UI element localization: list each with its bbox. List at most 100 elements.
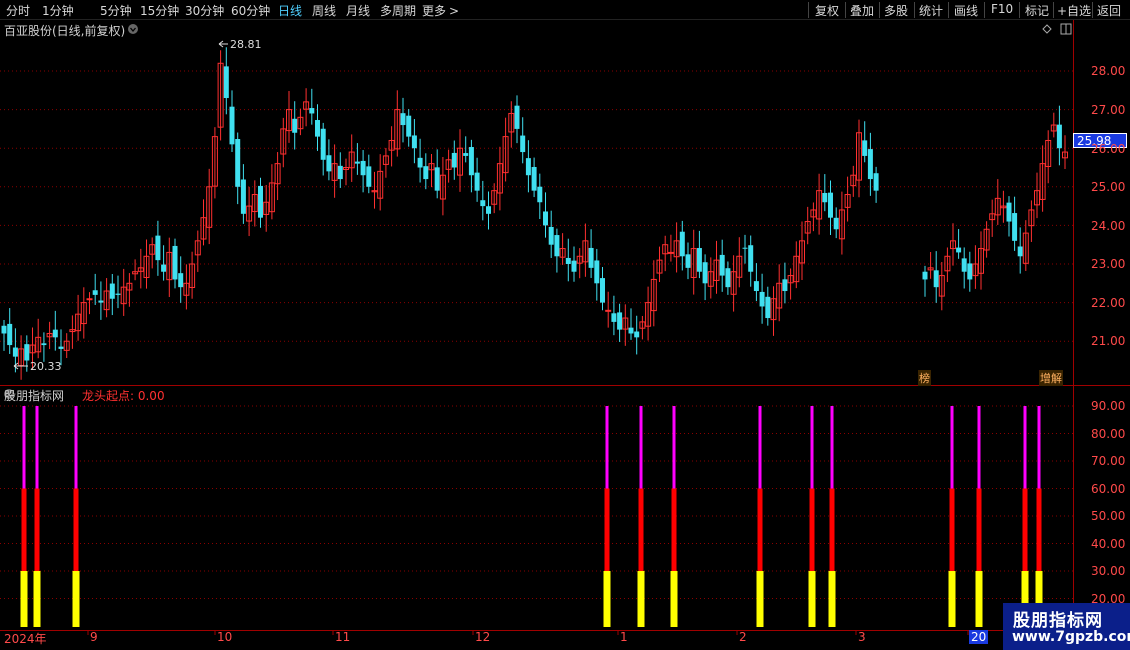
candle-body — [594, 260, 600, 284]
signal-bar-mid — [757, 488, 763, 571]
signal-bar-bottom — [975, 571, 983, 627]
diamond-icon — [1042, 24, 1052, 34]
y-label: 22.00 — [1091, 296, 1126, 310]
signal-bar-mid — [671, 488, 677, 571]
candle-body — [58, 346, 64, 349]
candle-body — [537, 186, 543, 203]
candle-body — [967, 263, 973, 280]
candle-body — [634, 331, 640, 338]
candle-body — [92, 290, 98, 295]
signal-bar-top — [1023, 406, 1027, 489]
candle-body — [463, 153, 469, 156]
signal-bar-bottom — [20, 571, 28, 627]
candle-body — [161, 264, 167, 272]
candle-body — [468, 147, 474, 176]
signal-bar-mid — [73, 488, 79, 571]
ind-y-label: 30.00 — [1091, 564, 1126, 578]
candle-body — [600, 278, 605, 303]
candle-body — [543, 211, 548, 226]
candle-body — [679, 231, 685, 257]
signal-bar-mid — [604, 488, 610, 571]
candle-body — [486, 206, 491, 214]
signal-bar-mid — [1022, 488, 1028, 571]
low-price-label: 20.33 — [30, 360, 62, 373]
candle-body — [400, 113, 406, 126]
candle-body — [366, 166, 372, 187]
signal-bar-bottom — [828, 571, 836, 627]
watermark-logo: 股朋指标网 www.7gpzb.com — [1003, 603, 1130, 650]
x-label: 2 — [739, 630, 747, 644]
watermark-title: 股朋指标网 — [1013, 611, 1103, 631]
ind-y-label: 60.00 — [1091, 482, 1126, 496]
ind-y-label: 90.00 — [1091, 399, 1126, 413]
signal-bar-bottom — [756, 571, 764, 627]
candle-body — [725, 268, 731, 288]
signal-bar-top — [758, 406, 762, 489]
signal-bar-bottom — [948, 571, 956, 627]
candle-body — [961, 258, 967, 272]
candle-body — [520, 135, 526, 153]
candle-body — [406, 115, 412, 137]
candle-body — [7, 323, 13, 346]
candle-body — [753, 281, 759, 292]
candle-body — [782, 279, 788, 292]
signal-bar-mid — [829, 488, 835, 571]
candle-body — [354, 161, 360, 164]
candle-body — [309, 108, 315, 114]
candle-body — [411, 135, 417, 149]
signal-bar-top — [22, 406, 26, 489]
x-cursor-label: 20 — [969, 630, 989, 644]
signal-bar-top — [830, 406, 834, 489]
x-label: 10 — [217, 630, 233, 644]
x-label: 11 — [335, 630, 351, 644]
candle-body — [235, 139, 241, 187]
indicator-value: 龙头起点: 0.00 — [82, 389, 165, 403]
candle-body — [548, 226, 554, 245]
candle-body — [109, 283, 115, 299]
candle-body — [315, 120, 320, 137]
chart-canvas[interactable] — [0, 0, 1130, 650]
candle-body — [474, 172, 480, 191]
y-label: 28.00 — [1091, 64, 1126, 78]
x-label: 12 — [475, 630, 491, 644]
signal-bar-mid — [21, 488, 27, 571]
signal-bar-mid — [976, 488, 982, 571]
candle-body — [1, 325, 7, 334]
ind-y-label: 80.00 — [1091, 427, 1126, 441]
candle-body — [617, 312, 623, 330]
signal-bar-bottom — [808, 571, 816, 627]
signal-bar-bottom — [72, 571, 80, 627]
candle-body — [115, 293, 121, 295]
candle-body — [86, 298, 93, 301]
signal-bar-top — [605, 406, 609, 489]
candle-body — [554, 235, 560, 257]
y-label: 26.00 — [1091, 142, 1126, 156]
signal-bar-top — [672, 406, 676, 489]
stock-title: 百亚股份(日线,前复权) — [4, 24, 126, 38]
candle-body — [833, 217, 839, 230]
candle-body — [417, 157, 423, 168]
candle-body — [480, 200, 486, 207]
candle-body — [525, 158, 531, 176]
rank-tag[interactable]: 榜 — [918, 370, 931, 386]
candle-body — [611, 313, 617, 322]
signal-bar-top — [950, 406, 954, 489]
candle-body — [667, 251, 674, 254]
candle-body — [258, 185, 263, 218]
candle-body — [1012, 213, 1018, 241]
unlock-tag[interactable]: 增解 — [1039, 370, 1063, 386]
candle-body — [41, 343, 47, 346]
y-label: 27.00 — [1091, 103, 1126, 117]
x-label: 3 — [858, 630, 866, 644]
signal-bar-top — [35, 406, 39, 489]
candle-body — [434, 167, 440, 191]
candle-body — [223, 66, 229, 99]
signal-bar-mid — [809, 488, 815, 571]
indicator-title[interactable]: 股朋指标网 — [4, 387, 64, 404]
candle-body — [12, 347, 18, 357]
x-label: 2024年 — [4, 632, 47, 646]
candle-body — [360, 160, 366, 176]
candle-body — [98, 300, 104, 303]
candle-body — [873, 173, 879, 191]
ind-y-label: 50.00 — [1091, 509, 1126, 523]
